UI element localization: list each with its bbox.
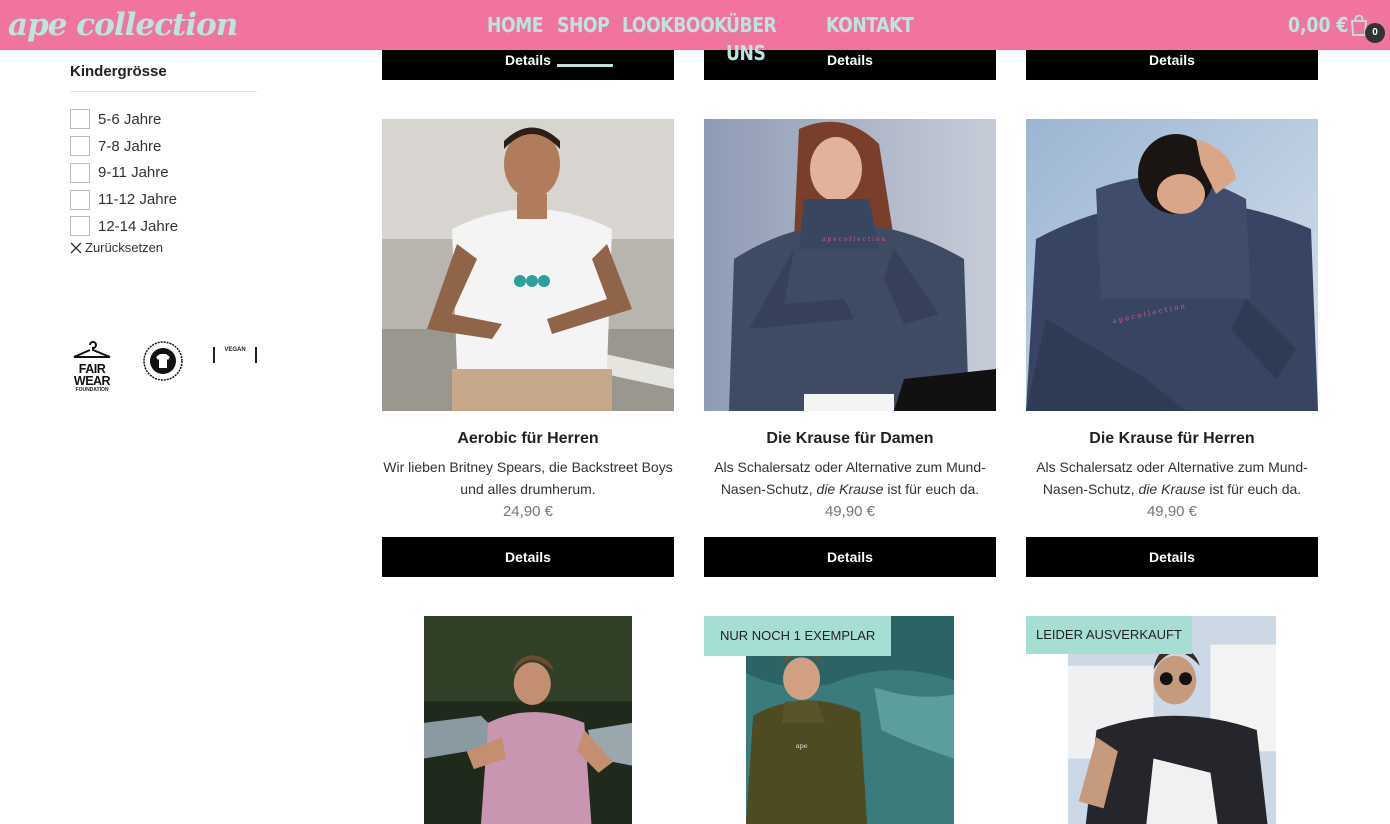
product-description-text: Wir lieben Britney Spears, die Backstree… [383,459,673,497]
filter-option-9-11[interactable]: 9-11 Jahre [70,160,178,187]
fair-wear-text-2: WEAR [73,374,111,388]
filter-label: 12-14 Jahre [98,217,179,235]
filter-list: 5-6 Jahre 7-8 Jahre 9-11 Jahre 11-12 Jah… [70,106,178,240]
filter-label: 7-8 Jahre [98,137,162,155]
reset-filter-link[interactable]: Zurücksetzen [70,240,163,255]
close-icon [70,242,82,253]
gots-organic-logo [143,341,183,381]
product-description-emphasis: die Krause [816,481,884,497]
checkbox[interactable] [70,109,90,130]
filter-label: 11-12 Jahre [98,191,177,209]
nav-shop[interactable]: SHOP [557,11,613,67]
product-image[interactable] [382,616,674,824]
filter-option-5-6[interactable]: 5-6 Jahre [70,106,178,133]
filter-title: Kindergrösse [70,63,167,80]
main-nav: HOME SHOP LOOKBOOK ÜBER UNS KONTAKT [487,11,954,67]
filter-label: 9-11 Jahre [98,164,169,182]
cart-total[interactable]: 0,00 € [1288,11,1348,39]
cart-count-badge: 0 [1365,23,1385,43]
nav-kontakt[interactable]: KONTAKT [826,11,914,67]
vegan-logo: VEGAN [213,347,257,363]
product-image[interactable]: a p e c o l l e c t i o n [1026,119,1318,411]
nav-lookbook[interactable]: LOOKBOOK [622,11,728,67]
details-button[interactable]: Details [382,537,674,577]
product-description-emphasis: die Krause [1138,481,1206,497]
details-button[interactable]: Details [1026,537,1318,577]
fair-wear-logo: FAIR WEAR FOUNDATION [70,340,114,396]
stock-ribbon: NUR NOCH 1 EXEMPLAR [704,616,892,656]
divider [70,91,257,92]
checkbox[interactable] [70,216,90,237]
vegan-text: VEGAN [224,347,246,353]
product-price: 24,90 € [502,503,554,520]
filter-option-12-14[interactable]: 12-14 Jahre [70,213,178,240]
hanger-icon [73,341,111,358]
product-description: Als Schalersatz oder Alternative zum Mun… [704,456,996,500]
checkbox[interactable] [70,162,90,183]
svg-text:a p e c o l l e c t i o n: a p e c o l l e c t i o n [822,236,886,243]
filter-label: 5-6 Jahre [98,110,162,128]
product-image[interactable]: a p e c o l l e c t i o n [704,119,996,411]
product-description-text: ist für euch da. [883,481,980,497]
product-title[interactable]: Die Krause für Damen [704,430,996,448]
sold-out-ribbon: LEIDER AUSVERKAUFT [1026,616,1192,654]
product-image[interactable] [382,119,674,411]
reset-label: Zurücksetzen [85,240,164,255]
svg-text:ape: ape [796,742,808,750]
site-logo[interactable]: ape collection [8,6,238,44]
product-price: 49,90 € [824,503,876,520]
fair-wear-text-3: FOUNDATION [75,387,109,393]
nav-ueber-uns[interactable]: ÜBER UNS [726,11,812,67]
checkbox[interactable] [70,136,90,157]
checkbox[interactable] [70,189,90,210]
product-description: Wir lieben Britney Spears, die Backstree… [382,456,674,500]
details-button[interactable]: Details [704,537,996,577]
product-description-text: ist für euch da. [1205,481,1302,497]
nav-home[interactable]: HOME [487,11,547,67]
product-title[interactable]: Aerobic für Herren [382,430,674,448]
product-price: 49,90 € [1146,503,1198,520]
site-header: ape collection HOME SHOP LOOKBOOK ÜBER U… [0,0,1390,67]
product-description: Als Schalersatz oder Alternative zum Mun… [1026,456,1318,500]
filter-option-11-12[interactable]: 11-12 Jahre [70,186,178,213]
filter-option-7-8[interactable]: 7-8 Jahre [70,133,178,160]
product-title[interactable]: Die Krause für Herren [1026,430,1318,448]
